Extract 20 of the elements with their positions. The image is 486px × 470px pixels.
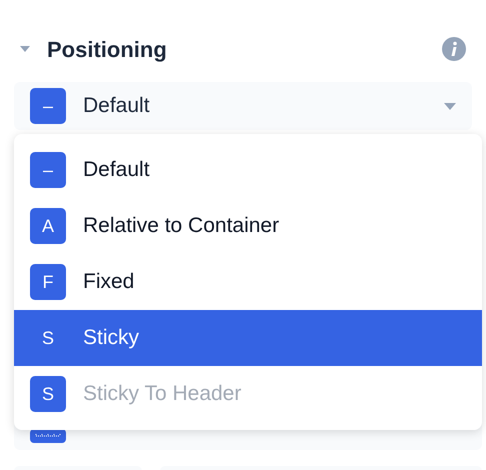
menu-option[interactable]: – Default xyxy=(14,142,482,198)
info-icon[interactable] xyxy=(442,37,466,61)
caret-icon[interactable] xyxy=(20,46,30,52)
position-select[interactable]: – Default xyxy=(14,82,472,130)
option-label: Default xyxy=(83,157,150,184)
menu-option[interactable]: F Fixed xyxy=(14,254,482,310)
menu-option[interactable]: S Sticky xyxy=(14,310,482,366)
option-icon: F xyxy=(30,264,66,300)
select-icon: – xyxy=(30,88,66,124)
caret-icon xyxy=(444,102,456,110)
section-title: Positioning xyxy=(47,36,167,64)
menu-option[interactable]: A Relative to Container xyxy=(14,198,482,254)
option-label: Relative to Container xyxy=(83,213,280,240)
select-value: Default xyxy=(83,93,150,120)
option-icon: S xyxy=(30,376,66,412)
option-icon: A xyxy=(30,208,66,244)
option-label: Fixed xyxy=(83,269,134,296)
option-label: Sticky xyxy=(83,325,140,352)
option-label: Sticky To Header xyxy=(83,381,242,408)
option-icon: – xyxy=(30,152,66,188)
